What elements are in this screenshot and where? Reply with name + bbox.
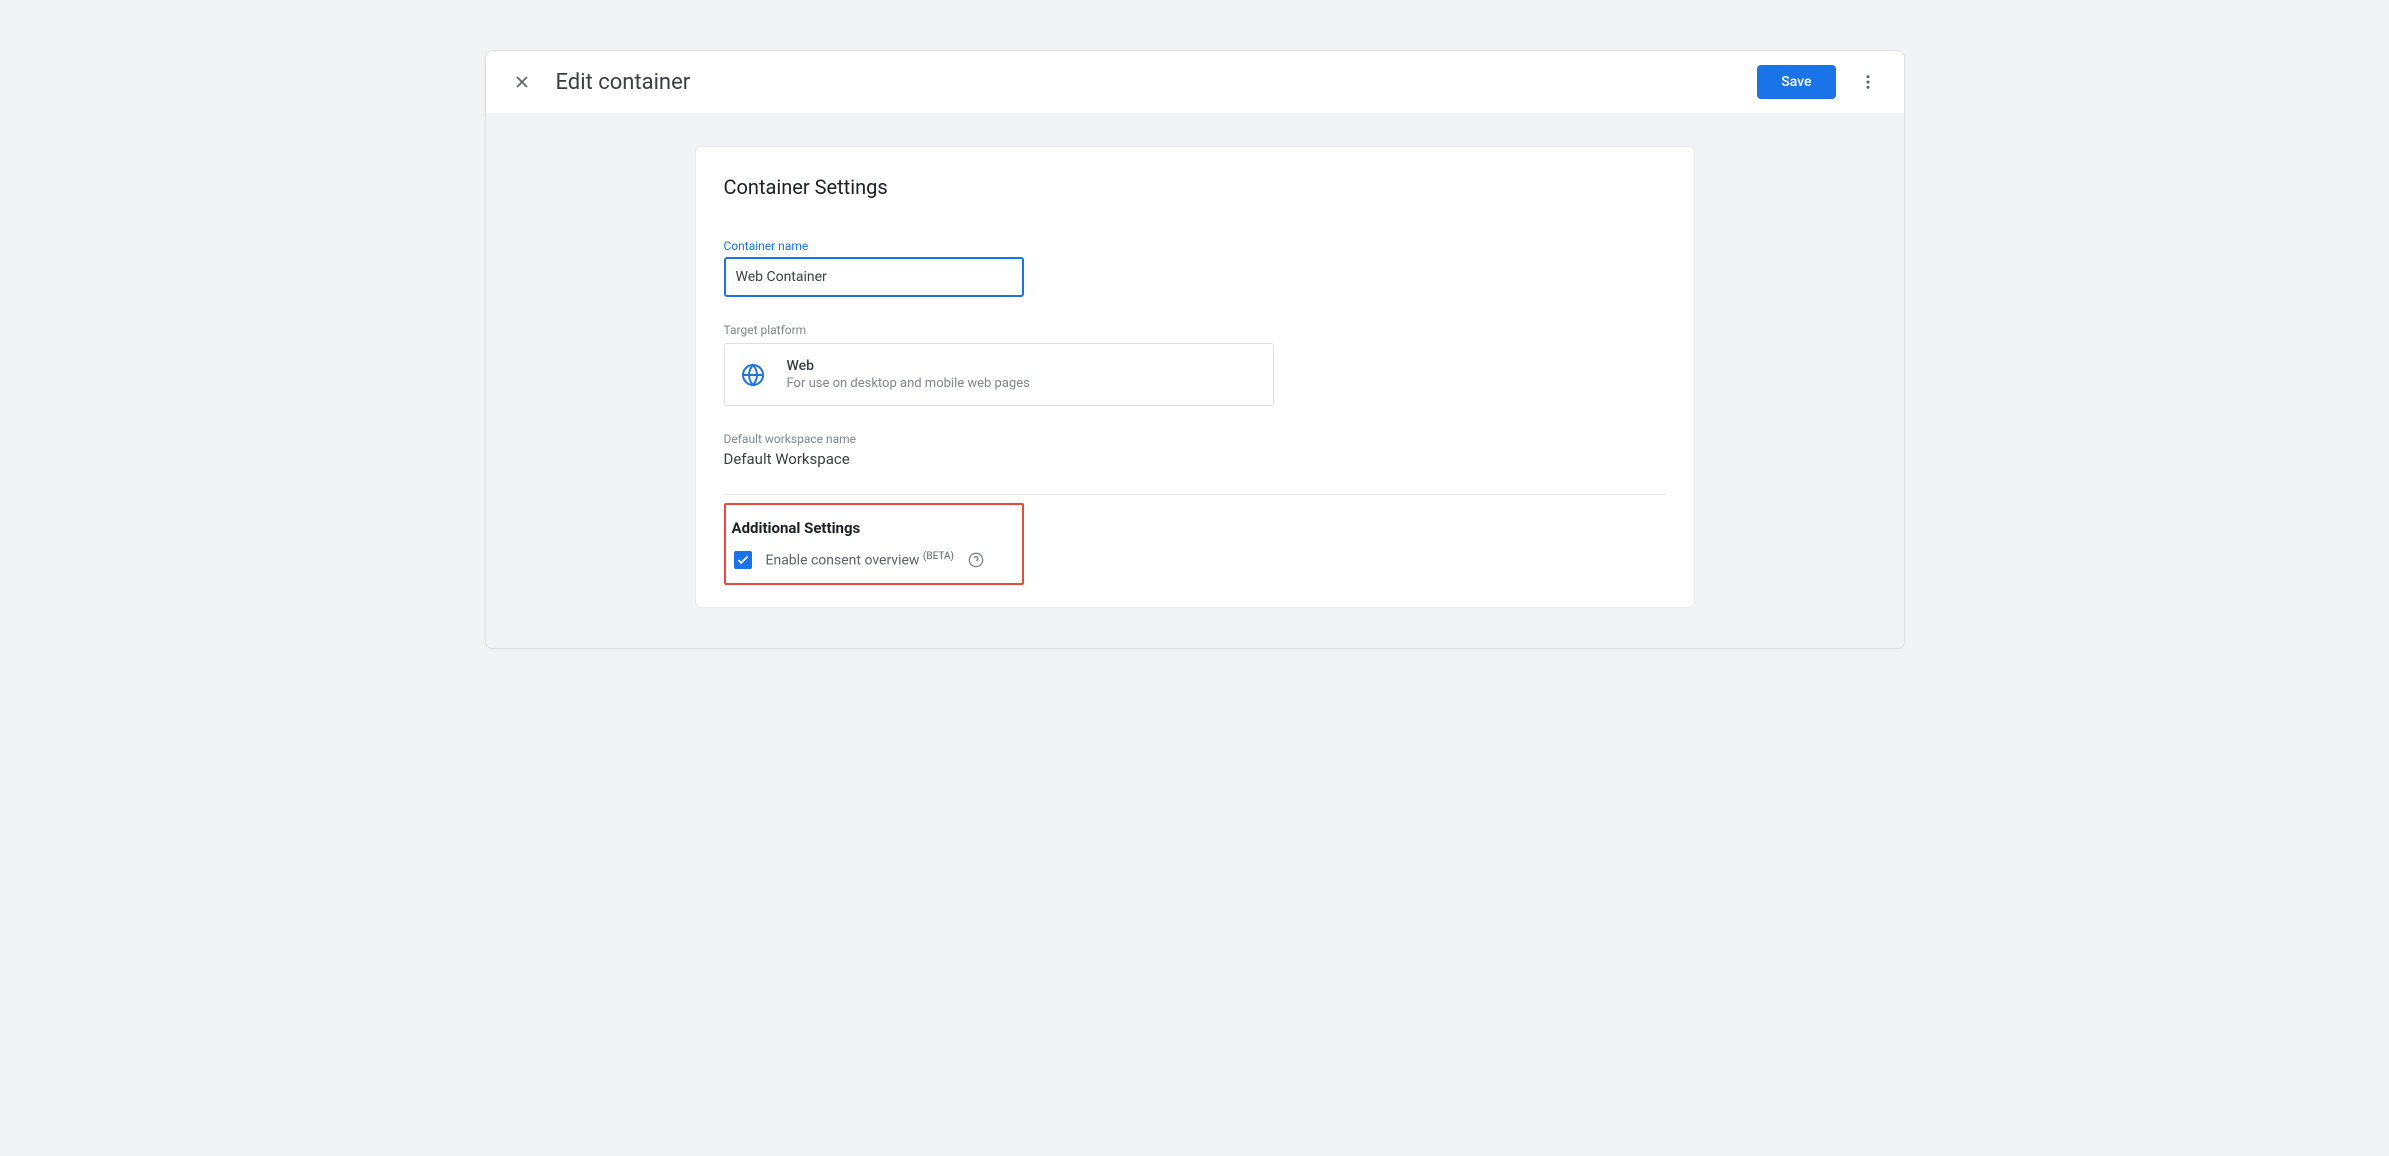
help-icon[interactable] xyxy=(968,552,984,568)
close-icon xyxy=(512,72,532,92)
workspace-name-value: Default Workspace xyxy=(724,450,1666,468)
more-vertical-icon xyxy=(1859,73,1877,91)
beta-tag: (BETA) xyxy=(923,551,954,562)
divider xyxy=(724,494,1666,495)
target-platform-label: Target platform xyxy=(724,323,1666,337)
edit-container-modal: Edit container Save Container Settings C… xyxy=(485,50,1905,649)
check-icon xyxy=(736,553,750,567)
settings-card: Container Settings Container name Target… xyxy=(695,146,1695,608)
workspace-name-label: Default workspace name xyxy=(724,432,1666,446)
container-name-input[interactable] xyxy=(724,257,1024,297)
close-button[interactable] xyxy=(506,66,538,98)
consent-label-text: Enable consent overview xyxy=(766,553,923,569)
additional-settings-highlight: Additional Settings Enable consent overv… xyxy=(724,503,1024,585)
platform-name: Web xyxy=(787,358,1030,374)
web-globe-icon xyxy=(741,363,765,387)
settings-heading: Container Settings xyxy=(724,175,1666,199)
platform-description: For use on desktop and mobile web pages xyxy=(787,376,1030,391)
modal-header: Edit container Save xyxy=(486,51,1904,114)
modal-title: Edit container xyxy=(556,70,691,95)
consent-overview-label: Enable consent overview (BETA) xyxy=(766,551,954,569)
more-options-button[interactable] xyxy=(1852,66,1884,98)
modal-body: Container Settings Container name Target… xyxy=(486,114,1904,648)
platform-option-web[interactable]: Web For use on desktop and mobile web pa… xyxy=(724,343,1274,406)
consent-overview-checkbox[interactable] xyxy=(734,551,752,569)
additional-settings-heading: Additional Settings xyxy=(730,519,1018,537)
consent-overview-row: Enable consent overview (BETA) xyxy=(730,551,1018,569)
container-name-label: Container name xyxy=(724,239,1666,253)
save-button[interactable]: Save xyxy=(1757,65,1835,99)
